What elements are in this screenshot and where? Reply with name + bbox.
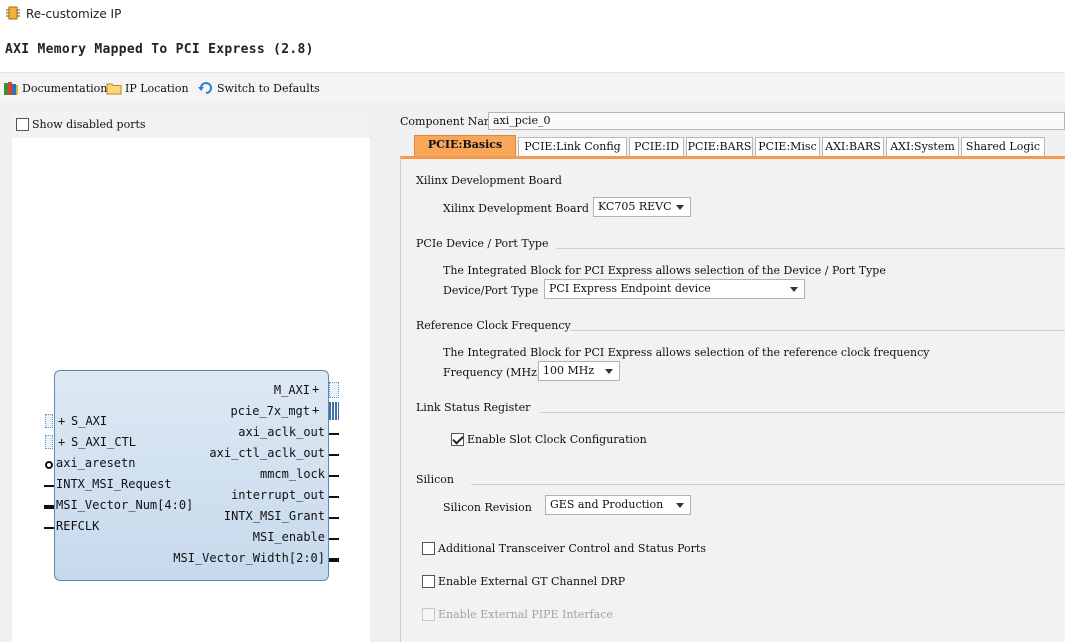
documentation-button[interactable]: Documentation <box>3 79 107 97</box>
tab-axi-bars[interactable]: AXI:BARS <box>822 137 884 156</box>
ip-location-label: IP Location <box>125 81 189 95</box>
tab-pcie-misc[interactable]: PCIE:Misc <box>755 137 820 156</box>
bus-pin-line <box>329 558 339 562</box>
component-name-input[interactable]: axi_pcie_0 <box>488 112 1065 130</box>
port-interrupt-out[interactable]: interrupt_out <box>231 488 325 502</box>
books-icon <box>4 82 18 95</box>
port-axi-aresetn[interactable]: axi_aresetn <box>56 456 135 470</box>
chevron-down-icon <box>605 369 613 374</box>
pin-line <box>329 433 339 435</box>
device-port-select-value: PCI Express Endpoint device <box>549 282 711 295</box>
ip-location-button[interactable]: IP Location <box>106 79 189 97</box>
documentation-label: Documentation <box>22 81 108 95</box>
port-msi-vector-num[interactable]: MSI_Vector_Num[4:0] <box>56 498 193 512</box>
port-intx-msi-request[interactable]: INTX_MSI_Request <box>56 477 172 491</box>
plus-icon[interactable]: + <box>58 414 65 428</box>
silicon-label: Silicon Revision <box>443 501 532 514</box>
refresh-icon <box>198 82 212 94</box>
tab-pcie-id[interactable]: PCIE:ID <box>629 137 684 156</box>
external-gt-drp-checkbox[interactable] <box>422 575 435 588</box>
additional-transceiver-checkbox[interactable] <box>422 542 435 555</box>
ip-heading: AXI Memory Mapped To PCI Express (2.8) <box>5 42 314 57</box>
port-m-axi[interactable]: M_AXI <box>274 383 310 397</box>
board-select[interactable]: KC705 REVC <box>593 197 691 217</box>
pin-line <box>329 538 339 540</box>
port-s-axi-ctl[interactable]: S_AXI_CTL <box>71 435 136 449</box>
port-pcie-7x-mgt[interactable]: pcie_7x_mgt <box>231 404 310 418</box>
switch-defaults-button[interactable]: Switch to Defaults <box>198 79 320 97</box>
pin-line <box>329 454 339 456</box>
port-mmcm-lock[interactable]: mmcm_lock <box>260 467 325 481</box>
symbol-header: Show disabled ports <box>12 112 370 138</box>
window-title: Re-customize IP <box>26 7 122 21</box>
plus-icon[interactable]: + <box>312 403 319 417</box>
refclk-label: Frequency (MHz) <box>443 366 542 379</box>
chevron-down-icon <box>676 503 684 508</box>
toolbar: Documentation IP Location Switch to Defa… <box>0 72 1065 102</box>
section-link-status-title: Link Status Register <box>416 401 531 414</box>
refclk-select-value: 100 MHz <box>543 364 595 377</box>
s-axi-bus-stub <box>45 414 53 428</box>
port-msi-vector-width[interactable]: MSI_Vector_Width[2:0] <box>173 551 325 565</box>
tab-axi-system[interactable]: AXI:System <box>886 137 959 156</box>
m-axi-bus-stub <box>329 382 339 398</box>
s-axi-ctl-bus-stub <box>45 435 53 449</box>
plus-icon[interactable]: + <box>312 382 319 396</box>
refclk-select[interactable]: 100 MHz <box>538 361 620 381</box>
pin-line <box>44 485 54 487</box>
section-divider <box>541 412 1065 413</box>
pin-line <box>44 527 54 529</box>
pin-line <box>329 475 339 477</box>
external-pipe-checkbox[interactable] <box>422 608 435 621</box>
device-port-select[interactable]: PCI Express Endpoint device <box>544 279 805 299</box>
board-label: Xilinx Development Board <box>443 202 589 215</box>
external-pipe-label: Enable External PIPE Interface <box>438 608 613 621</box>
section-silicon-title: Silicon <box>416 473 454 486</box>
slot-clock-label: Enable Slot Clock Configuration <box>467 433 647 446</box>
board-select-value: KC705 REVC <box>598 200 672 213</box>
port-refclk[interactable]: REFCLK <box>56 519 99 533</box>
chevron-down-icon <box>790 287 798 292</box>
port-msi-enable[interactable]: MSI_enable <box>253 530 325 544</box>
device-port-label: Device/Port Type <box>443 284 539 297</box>
pin-line <box>329 496 339 498</box>
tab-pcie-bars[interactable]: PCIE:BARS <box>686 137 753 156</box>
title-bar: Re-customize IP <box>0 0 1065 28</box>
plus-icon[interactable]: + <box>58 435 65 449</box>
additional-transceiver-label: Additional Transceiver Control and Statu… <box>438 542 706 555</box>
tab-pcie-basics[interactable]: PCIE:Basics <box>414 135 516 157</box>
pcie-mgt-bus-stub <box>329 402 339 420</box>
port-s-axi[interactable]: S_AXI <box>71 414 107 428</box>
slot-clock-checkbox[interactable] <box>451 433 464 446</box>
folder-icon <box>106 83 122 95</box>
show-disabled-ports-checkbox[interactable] <box>16 118 29 131</box>
bus-pin-line <box>44 505 54 509</box>
config-pane: Component Name axi_pcie_0 PCIE:Basics PC… <box>388 102 1065 642</box>
port-axi-ctl-aclk-out[interactable]: axi_ctl_aclk_out <box>209 446 325 460</box>
section-divider <box>556 248 1065 249</box>
section-divider <box>471 484 1065 485</box>
chevron-down-icon <box>676 205 684 210</box>
component-name-label: Component Name <box>400 115 501 128</box>
switch-defaults-label: Switch to Defaults <box>217 81 320 95</box>
section-device-port-title: PCIe Device / Port Type <box>416 237 549 250</box>
port-axi-aclk-out[interactable]: axi_aclk_out <box>238 425 325 439</box>
silicon-select[interactable]: GES and Production <box>545 495 691 515</box>
ip-chip-icon <box>6 6 20 20</box>
section-board-title: Xilinx Development Board <box>416 174 562 187</box>
refclk-description: The Integrated Block for PCI Express all… <box>443 346 930 359</box>
pane-splitter[interactable] <box>380 102 388 642</box>
pin-line <box>329 517 339 519</box>
tab-panel-pcie-basics: Xilinx Development Board Xilinx Developm… <box>400 156 1065 642</box>
show-disabled-ports-label: Show disabled ports <box>32 118 146 131</box>
tab-shared-logic[interactable]: Shared Logic <box>961 137 1045 156</box>
tab-pcie-link-config[interactable]: PCIE:Link Config <box>518 137 627 156</box>
external-gt-drp-label: Enable External GT Channel DRP <box>438 575 626 588</box>
reset-pin-bubble <box>45 461 53 469</box>
device-port-description: The Integrated Block for PCI Express all… <box>443 264 886 277</box>
section-divider <box>571 330 1065 331</box>
silicon-select-value: GES and Production <box>550 498 664 511</box>
port-intx-msi-grant[interactable]: INTX_MSI_Grant <box>224 509 325 523</box>
section-refclk-title: Reference Clock Frequency <box>416 319 571 332</box>
